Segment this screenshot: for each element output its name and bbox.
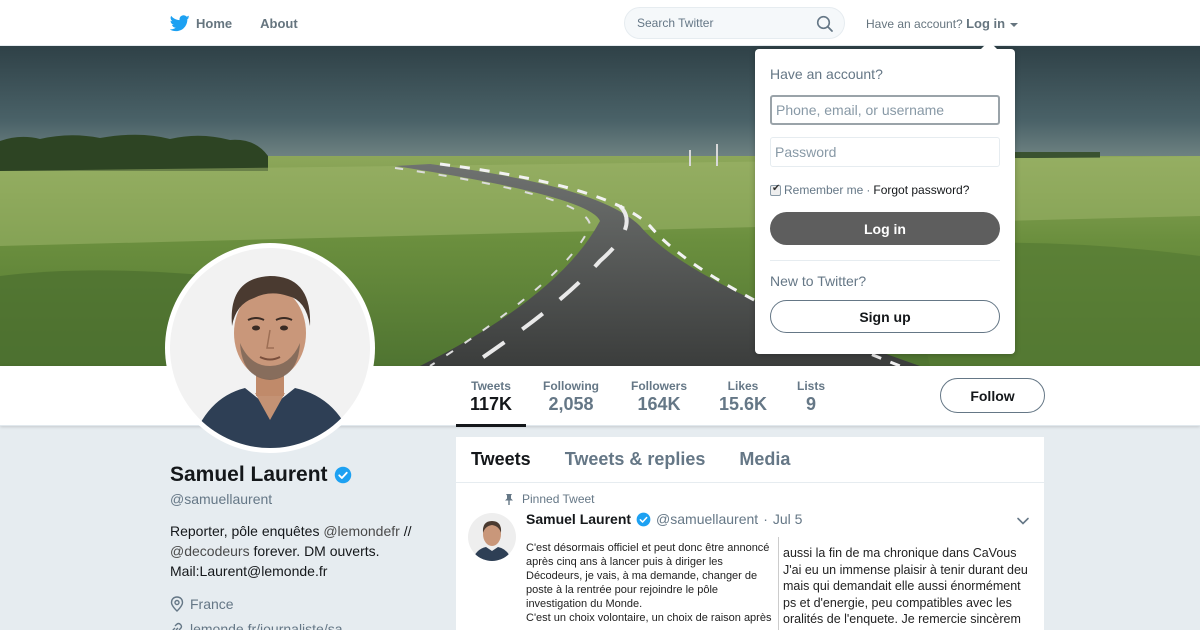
stat-lists[interactable]: Lists 9 [797, 379, 825, 415]
stat-label: Following [543, 379, 599, 393]
verified-badge-icon [636, 512, 651, 526]
stat-followers[interactable]: Followers 164K [631, 379, 687, 415]
top-nav: Home About Search Twitter Have an accoun… [0, 0, 1200, 46]
search-icon[interactable] [816, 15, 834, 33]
login-dropdown-toggle[interactable]: Log in [966, 16, 1005, 31]
bio-text: // [399, 523, 412, 539]
verified-badge-icon [334, 466, 351, 484]
stat-label: Followers [631, 379, 688, 393]
stat-value: 2,058 [548, 394, 594, 414]
login-dropdown-title: Have an account? [770, 66, 883, 82]
image-text-line: aussi la fin de ma chronique dans CaVous [783, 546, 1017, 560]
pinned-tweet-label: Pinned Tweet [504, 492, 595, 506]
stat-value: 15.6K [719, 394, 768, 414]
profile-bio: Reporter, pôle enquêtes @lemondefr // @d… [170, 521, 440, 581]
nav-home-label: Home [196, 15, 233, 31]
profile-name-row: Samuel Laurent [170, 463, 352, 487]
nav-about-label: About [260, 15, 298, 31]
bio-mention-link[interactable]: @decodeurs [170, 543, 250, 559]
location-pin-icon [170, 596, 184, 612]
tweet-image[interactable]: C'est désormais officiel et peut donc êt… [526, 537, 1034, 630]
image-text-line: J'ai eu un immense plaisir à tenir duran… [783, 562, 1028, 577]
search-box[interactable]: Search Twitter [624, 7, 845, 39]
image-text-line: C'est désormais officiel et peut donc êt… [526, 542, 770, 554]
image-text-line: investigation du Monde. [526, 598, 643, 610]
password-input[interactable] [770, 137, 1000, 167]
search-placeholder: Search Twitter [637, 16, 714, 30]
login-button[interactable]: Log in [770, 212, 1000, 245]
tweet-author-handle[interactable]: @samuellaurent [656, 511, 758, 527]
username-input[interactable] [770, 95, 1000, 125]
location-text: France [190, 596, 234, 612]
stat-likes[interactable]: Likes 15.6K [719, 379, 767, 415]
tab-tweets-replies[interactable]: Tweets & replies [565, 449, 706, 470]
account-prompt: Have an account? [866, 17, 963, 31]
bio-mention-link[interactable]: @lemondefr [323, 523, 399, 539]
pinned-text: Pinned Tweet [522, 492, 595, 506]
image-text-line: C'est un choix volontaire, un choix de r… [526, 612, 772, 624]
signup-button[interactable]: Sign up [770, 300, 1000, 333]
bio-text: forever. DM ouverts. [249, 543, 380, 559]
forgot-password-link[interactable]: Forgot password? [873, 183, 969, 197]
image-text-line: oralités de l'enquete. Je remercie sincè… [783, 612, 1021, 626]
login-dropdown: Have an account? Remember me · Forgot pa… [755, 41, 1015, 354]
tweet-header: Samuel Laurent @samuellaurent · Jul 5 [526, 511, 802, 527]
tweet-image-left-text: C'est désormais officiel et peut donc êt… [526, 537, 778, 630]
tweet-avatar-photo [468, 513, 516, 561]
image-text-line: ps et d'energie, peu compatibles avec le… [783, 595, 1012, 610]
twitter-bird-icon [170, 14, 190, 31]
caret-down-icon[interactable] [1010, 22, 1019, 27]
remember-row: Remember me · Forgot password? [770, 183, 969, 197]
tweet-image-right-text: aussi la fin de ma chronique dans CaVous… [778, 537, 1034, 630]
nav-about-link[interactable]: About [260, 16, 298, 31]
account-area: Have an account? Log in [866, 16, 1019, 31]
bio-text: Mail:Laurent@lemonde.fr [170, 563, 328, 579]
remember-me-label[interactable]: Remember me [784, 183, 863, 197]
nav-left: Home About [170, 0, 298, 46]
avatar-photo [170, 248, 370, 448]
website-text: lemonde.fr/journaliste/sa... [190, 621, 355, 630]
stat-value: 164K [637, 394, 681, 414]
profile-website[interactable]: lemonde.fr/journaliste/sa... [170, 621, 354, 630]
dropdown-divider [770, 260, 1000, 261]
bio-text: Reporter, pôle enquêtes [170, 523, 324, 539]
tab-media[interactable]: Media [739, 449, 790, 470]
pin-icon [505, 494, 513, 505]
timeline-tabs: Tweets Tweets & replies Media [456, 437, 1044, 483]
tab-tweets[interactable]: Tweets [471, 449, 531, 470]
link-icon [172, 622, 183, 630]
tweet-separator: · [763, 511, 768, 527]
tweet-avatar[interactable] [468, 513, 516, 561]
timeline: Tweets Tweets & replies Media Pinned Twe… [456, 437, 1044, 630]
follow-button[interactable]: Follow [940, 378, 1045, 413]
tweet-author-name[interactable]: Samuel Laurent [526, 511, 631, 527]
tweet-date[interactable]: Jul 5 [773, 511, 803, 527]
image-text-line: poste à la rentrée pour rejoindre le pôl… [526, 584, 719, 596]
profile-avatar[interactable] [165, 243, 375, 453]
stat-value: 9 [806, 394, 817, 414]
nav-home-link[interactable]: Home [170, 14, 233, 32]
profile-handle: @samuellaurent [170, 491, 273, 507]
stat-label: Lists [797, 379, 826, 393]
new-to-twitter-text: New to Twitter? [770, 273, 867, 289]
image-text-line: après cinq ans à lancer puis à diriger l… [526, 556, 723, 568]
chevron-down-icon[interactable] [1016, 514, 1030, 528]
remember-me-checkbox[interactable] [770, 183, 781, 196]
remember-separator: · [866, 183, 871, 197]
stat-value: 117K [470, 394, 513, 414]
profile-name: Samuel Laurent [170, 463, 328, 486]
stat-label: Tweets [471, 379, 511, 393]
stat-following[interactable]: Following 2,058 [543, 379, 599, 415]
image-text-line: mais qui demandait elle aussi énormément [783, 579, 1021, 593]
profile-location: France [170, 596, 234, 612]
image-text-line: Décodeurs, je vais, à ma demande, change… [526, 570, 758, 582]
stat-label: Likes [727, 379, 759, 393]
stat-tweets[interactable]: Tweets 117K [455, 379, 527, 427]
